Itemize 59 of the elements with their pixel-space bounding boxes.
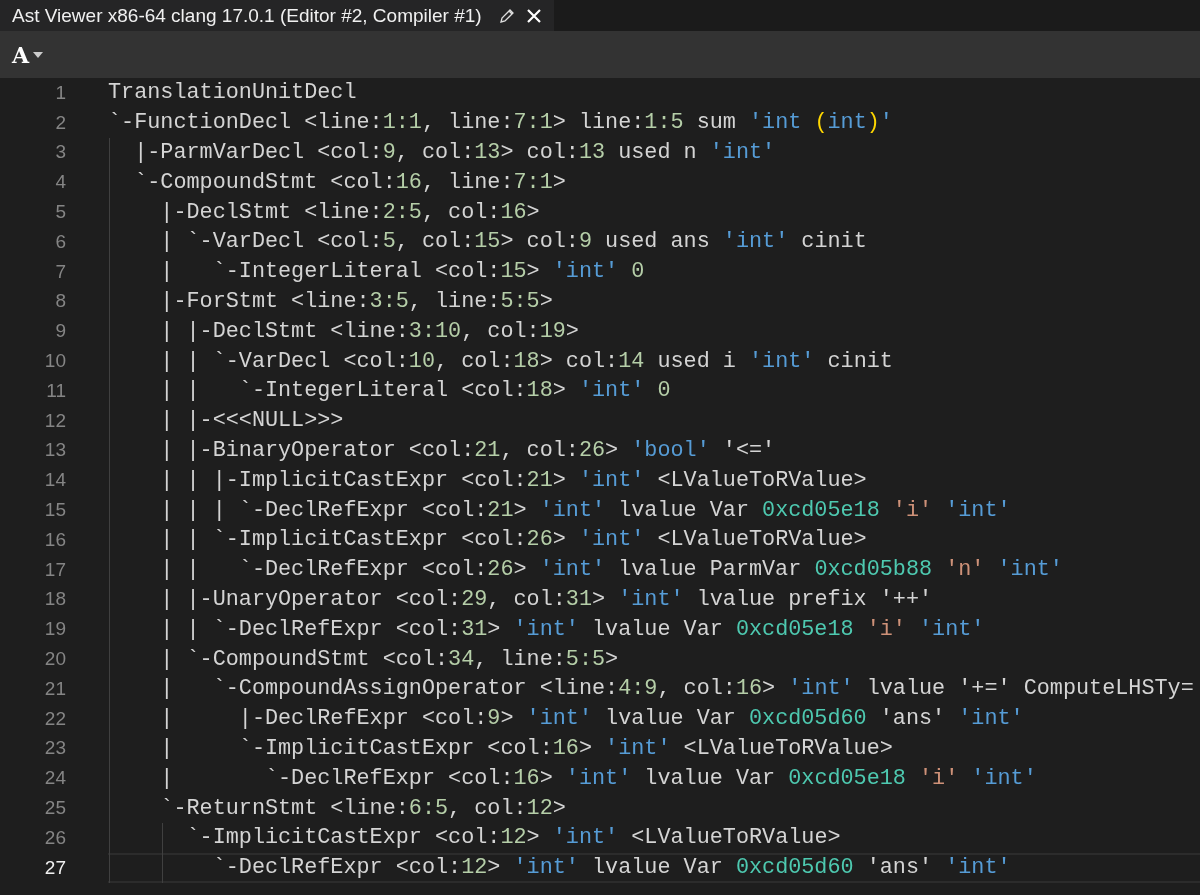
font-button[interactable]: A	[8, 39, 48, 70]
line-number: 23	[44, 737, 66, 760]
line-number: 1	[55, 81, 66, 104]
line-number: 10	[44, 350, 66, 373]
code-line: `-ReturnStmt <line:6:5, col:12>	[159, 795, 566, 821]
code-line: |-ForStmt <line:3:5, line:5:5>	[159, 288, 553, 314]
line-number: 27	[44, 856, 66, 879]
code-line: TranslationUnitDecl	[108, 80, 357, 106]
line-number: 22	[44, 707, 66, 730]
line-number: 5	[55, 201, 66, 224]
code-line: | | |-ImplicitCastExpr <col:21> 'int' <LValueToRValue>	[159, 467, 867, 493]
code-line: | |-DeclRefExpr <col:9> 'int' lvalue Var 0xcd05d60 'ans' 'int'	[159, 706, 1024, 732]
caret-icon	[33, 51, 44, 58]
line-number: 17	[44, 558, 66, 581]
line-number: 13	[44, 439, 66, 462]
line-number: 26	[44, 826, 66, 849]
line-number: 20	[44, 648, 66, 671]
line-number: 24	[44, 767, 66, 790]
code-line: | `-IntegerLiteral <col:15> 'int' 0	[159, 259, 645, 285]
code-line: | |-DeclStmt <line:3:10, col:19>	[159, 318, 579, 344]
code-line: | `-CompoundStmt <col:34, line:5:5>	[159, 646, 619, 672]
code-line: `-ImplicitCastExpr <col:12> 'int' <LValueToRValue>	[185, 825, 841, 851]
code-line: | `-DeclRefExpr <col:16> 'int' lvalue Var 0xcd05e18 'i' 'int'	[159, 765, 1037, 791]
code-line: | | | `-DeclRefExpr <col:21> 'int' lvalue Var 0xcd05e18 'i' 'int'	[159, 497, 1011, 523]
tab-title: Ast Viewer x86-64 clang 17.0.1 (Editor #2, Compiler #1)	[12, 4, 482, 27]
line-number: 8	[55, 290, 66, 313]
code-line: `-DeclRefExpr <col:12> 'int' lvalue Var 0xcd05d60 'ans' 'int'	[211, 855, 1011, 881]
code-line: | |-BinaryOperator <col:21, col:26> 'bool' '<='	[159, 437, 776, 463]
line-number: 11	[46, 379, 66, 402]
line-number: 25	[44, 797, 66, 819]
code-line: |-ParmVarDecl <col:9, col:13> col:13 used n 'int'	[133, 140, 776, 165]
line-number: 9	[55, 320, 66, 343]
code-line: | | `-DeclRefExpr <col:26> 'int' lvalue ParmVar 0xcd05b88 'n' 'int'	[159, 557, 1063, 583]
code-line: | `-VarDecl <col:5, col:15> col:9 used ans 'int' cinit	[159, 229, 867, 255]
line-number: 6	[55, 230, 66, 253]
code-line: | | `-VarDecl <col:10, col:18> col:14 used i 'int' cinit	[159, 348, 893, 374]
code-line: | | `-IntegerLiteral <col:18> 'int' 0	[159, 378, 671, 404]
viewer-tab[interactable]: Ast Viewer x86-64 clang 17.0.1 (Editor #2, Compiler #1)	[0, 0, 554, 31]
code-line: | | `-DeclRefExpr <col:31> 'int' lvalue Var 0xcd05e18 'i' 'int'	[159, 616, 985, 642]
line-number: 16	[44, 528, 66, 551]
line-number: 14	[44, 469, 66, 492]
line-number: 18	[44, 588, 66, 611]
code-line: | | `-ImplicitCastExpr <col:26> 'int' <LValueToRValue>	[159, 527, 867, 553]
code-line: |-DeclStmt <line:2:5, col:16>	[159, 199, 540, 225]
line-number: 4	[55, 171, 66, 194]
code-line: `-CompoundStmt <col:16, line:7:1>	[133, 169, 566, 195]
line-number: 12	[44, 409, 66, 432]
line-number: 2	[55, 111, 66, 134]
line-number: 15	[44, 499, 66, 522]
close-icon[interactable]	[525, 7, 542, 24]
line-number: 7	[55, 260, 66, 283]
line-number: 19	[44, 618, 66, 641]
code-line: | `-CompoundAssignOperator <line:4:9, col:16> 'int' lvalue '+=' ComputeLHSTy=	[159, 676, 1194, 702]
code-line: | |-UnaryOperator <col:29, col:31> 'int' lvalue prefix '++'	[159, 586, 933, 612]
line-number: 21	[44, 677, 66, 700]
line-number: 3	[55, 141, 66, 164]
code-line: | |-<<<NULL>>>	[159, 408, 344, 434]
code-line: `-FunctionDecl <line:1:1, line:7:1> line:1:5 sum 'int (int)'	[108, 110, 893, 136]
code-line: | `-ImplicitCastExpr <col:16> 'int' <LValueToRValue>	[159, 735, 893, 761]
